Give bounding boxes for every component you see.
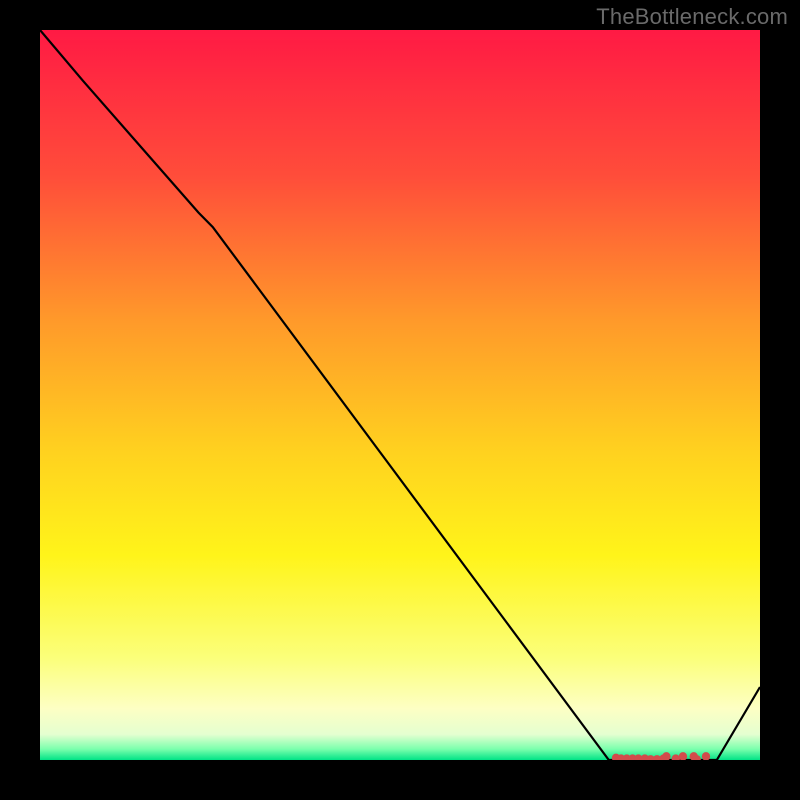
chart-frame: TheBottleneck.com	[0, 0, 800, 800]
plot-area	[40, 30, 760, 760]
gradient-background	[40, 30, 760, 760]
watermark-label: TheBottleneck.com	[596, 4, 788, 30]
chart-svg	[40, 30, 760, 760]
